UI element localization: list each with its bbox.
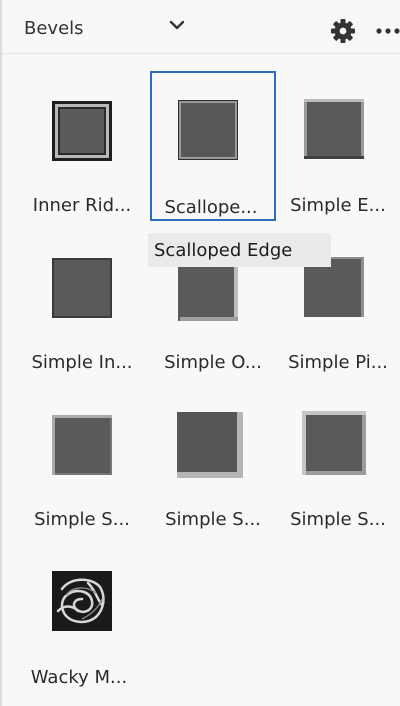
bevel-item[interactable]: Inner Rid... (19, 71, 145, 221)
bevel-thumbnail (52, 101, 112, 161)
category-dropdown[interactable]: Bevels (24, 14, 194, 42)
bevel-item-label: Simple S... (290, 509, 386, 530)
more-icon[interactable] (374, 26, 400, 36)
category-dropdown-label: Bevels (24, 18, 84, 39)
bevel-item[interactable]: Simple E... (275, 71, 400, 221)
bevel-thumbnail (302, 411, 366, 475)
bevels-panel: Bevels Inner Rid... Scallope... Simple E… (0, 0, 400, 706)
panel-header: Bevels (2, 0, 400, 54)
bevel-thumbnail (178, 100, 238, 160)
bevel-item[interactable]: Simple S... (150, 385, 276, 535)
bevel-item-label: Wacky M... (30, 667, 128, 688)
bevel-item[interactable]: Scallope... (150, 71, 276, 221)
bevel-thumbnail (178, 261, 238, 321)
gear-icon[interactable] (329, 17, 357, 45)
bevel-thumbnail (52, 571, 112, 631)
bevel-item-label: Simple Pi... (288, 352, 388, 373)
bevel-item-label: Scallope... (164, 197, 258, 218)
bevel-item-label: Simple O... (164, 352, 262, 373)
bevel-thumbnail (304, 99, 364, 159)
item-tooltip: Scalloped Edge (148, 233, 331, 267)
bevel-item[interactable]: Simple In... (19, 228, 145, 378)
bevel-thumbnail (52, 258, 112, 318)
bevel-item[interactable]: Simple S... (19, 385, 145, 535)
bevel-item-label: Simple S... (34, 509, 130, 530)
bevel-item-label: Simple In... (31, 352, 133, 373)
bevel-item-label: Inner Rid... (32, 195, 132, 216)
bevel-thumbnail (177, 412, 243, 478)
bevel-item[interactable]: Wacky M... (19, 543, 145, 693)
bevel-item-label: Simple S... (165, 509, 261, 530)
bevel-item-label: Simple E... (290, 195, 386, 216)
bevel-thumbnail (52, 415, 112, 475)
chevron-down-icon (169, 20, 185, 30)
bevel-item[interactable]: Simple S... (275, 385, 400, 535)
